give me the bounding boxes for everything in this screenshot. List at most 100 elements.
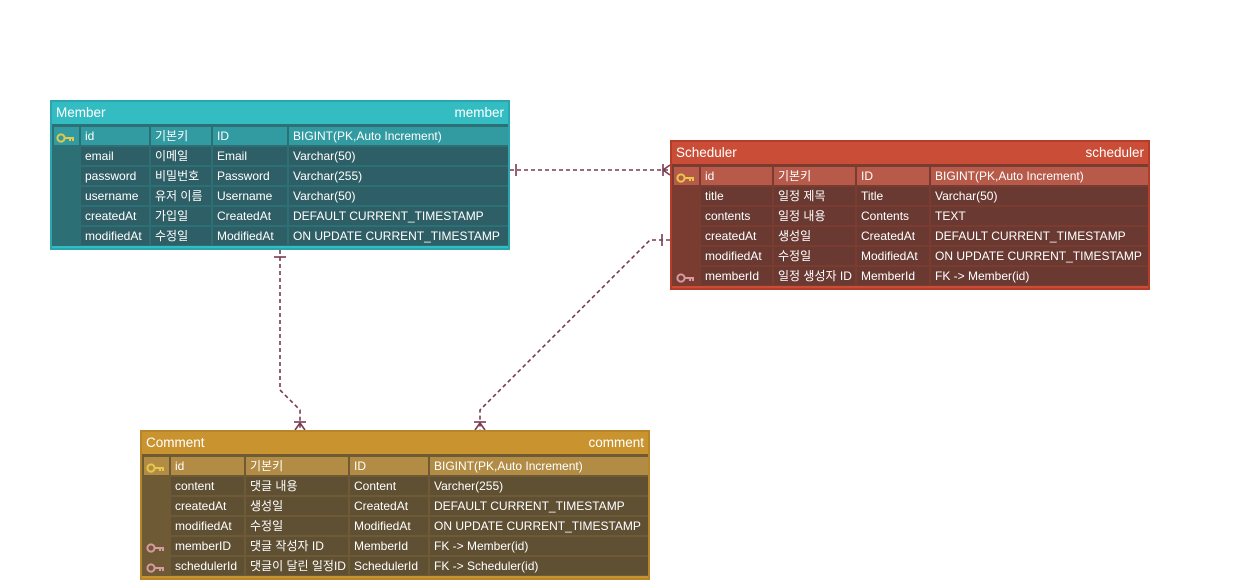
column-description: 기본키 (151, 127, 211, 145)
key-cell (674, 207, 699, 225)
member-table-header[interactable]: Member member (52, 102, 508, 124)
column-logical-name: Contents (857, 207, 929, 225)
column-logical-name: CreatedAt (350, 497, 428, 515)
column-description: 일정 내용 (774, 207, 855, 225)
column-description: 가입일 (151, 207, 211, 225)
scheduler-table-name: scheduler (1085, 145, 1144, 160)
column-type: Varchar(50) (289, 187, 508, 205)
comment-row-schedulerId[interactable]: schedulerId 댓글이 달린 일정ID SchedulerId FK -> S… (144, 556, 648, 576)
comment-row-id[interactable]: id 기본키 ID BIGINT(PK,Auto Increment) (144, 456, 648, 476)
column-logical-name: Title (857, 187, 929, 205)
column-description: 댓글 내용 (246, 477, 348, 495)
column-description: 비밀번호 (151, 167, 211, 185)
member-scheduler-relationship[interactable] (510, 164, 671, 176)
key-cell (674, 247, 699, 265)
key-cell (674, 227, 699, 245)
member-columns: id 기본키 ID BIGINT(PK,Auto Increment) email 이메일… (52, 124, 508, 246)
column-description: 수정일 (774, 247, 855, 265)
column-description: 일정 제목 (774, 187, 855, 205)
key-cell (674, 167, 699, 185)
column-type: BIGINT(PK,Auto Increment) (931, 167, 1148, 185)
column-description: 수정일 (151, 227, 211, 245)
key-cell (674, 267, 699, 285)
comment-row-modifiedAt[interactable]: modifiedAt 수정일 ModifiedAt ON UPDATE CURRENT… (144, 516, 648, 536)
column-type: DEFAULT CURRENT_TIMESTAMP (289, 207, 508, 225)
column-name: modifiedAt (81, 227, 149, 245)
column-name: username (81, 187, 149, 205)
column-type: DEFAULT CURRENT_TIMESTAMP (430, 497, 648, 515)
member-row-email[interactable]: email 이메일 Email Varchar(50) (54, 146, 508, 166)
column-type: Varcher(255) (430, 477, 648, 495)
column-logical-name: Username (213, 187, 287, 205)
column-name: title (701, 187, 772, 205)
member-table[interactable]: Member member id 기본키 ID BIGINT(PK,Auto Incr… (50, 100, 510, 250)
scheduler-comment-relationship[interactable] (474, 234, 670, 431)
comment-table-header[interactable]: Comment comment (142, 432, 648, 454)
column-logical-name: MemberId (350, 537, 428, 555)
scheduler-row-modifiedAt[interactable]: modifiedAt 수정일 ModifiedAt ON UPDATE CURRENT… (674, 246, 1148, 266)
member-row-modifiedAt[interactable]: modifiedAt 수정일 ModifiedAt ON UPDATE CURRENT… (54, 226, 508, 246)
comment-table-name: comment (588, 435, 644, 450)
column-description: 일정 생성자 ID (774, 267, 855, 285)
column-logical-name: Content (350, 477, 428, 495)
column-type: Varchar(50) (289, 147, 508, 165)
foreign-key-icon (146, 541, 166, 553)
key-cell (144, 497, 169, 515)
column-logical-name: MemberId (857, 267, 929, 285)
column-name: createdAt (701, 227, 772, 245)
column-name: modifiedAt (701, 247, 772, 265)
column-type: ON UPDATE CURRENT_TIMESTAMP (289, 227, 508, 245)
member-comment-relationship[interactable] (274, 250, 306, 431)
column-description: 댓글 작성자 ID (246, 537, 348, 555)
column-name: email (81, 147, 149, 165)
scheduler-row-createdAt[interactable]: createdAt 생성일 CreatedAt DEFAULT CURRENT_TIM… (674, 226, 1148, 246)
member-row-createdAt[interactable]: createdAt 가입일 CreatedAt DEFAULT CURRENT_TIM… (54, 206, 508, 226)
column-description: 기본키 (246, 457, 348, 475)
column-type: FK -> Member(id) (931, 267, 1148, 285)
column-name: createdAt (171, 497, 244, 515)
column-name: content (171, 477, 244, 495)
column-name: password (81, 167, 149, 185)
column-type: FK -> Member(id) (430, 537, 648, 555)
key-cell (54, 167, 79, 185)
comment-table-label: Comment (146, 435, 205, 450)
member-row-password[interactable]: password 비밀번호 Password Varchar(255) (54, 166, 508, 186)
key-cell (54, 147, 79, 165)
key-cell (54, 227, 79, 245)
column-logical-name: ID (350, 457, 428, 475)
primary-key-icon (146, 461, 166, 473)
scheduler-row-title[interactable]: title 일정 제목 Title Varchar(50) (674, 186, 1148, 206)
scheduler-row-memberId[interactable]: memberId 일정 생성자 ID MemberId FK -> Member(id… (674, 266, 1148, 286)
column-type: BIGINT(PK,Auto Increment) (289, 127, 508, 145)
comment-row-createdAt[interactable]: createdAt 생성일 CreatedAt DEFAULT CURRENT_TIM… (144, 496, 648, 516)
column-description: 생성일 (246, 497, 348, 515)
column-name: memberID (171, 537, 244, 555)
column-name: contents (701, 207, 772, 225)
key-cell (54, 207, 79, 225)
scheduler-row-contents[interactable]: contents 일정 내용 Contents TEXT (674, 206, 1148, 226)
key-cell (144, 457, 169, 475)
column-name: id (701, 167, 772, 185)
key-cell (144, 557, 169, 575)
key-cell (54, 187, 79, 205)
scheduler-table[interactable]: Scheduler scheduler id 기본키 ID BIGINT(PK,Aut… (670, 140, 1150, 290)
foreign-key-icon (676, 271, 696, 283)
scheduler-table-header[interactable]: Scheduler scheduler (672, 142, 1148, 164)
key-cell (144, 537, 169, 555)
member-row-id[interactable]: id 기본키 ID BIGINT(PK,Auto Increment) (54, 126, 508, 146)
column-name: schedulerId (171, 557, 244, 575)
scheduler-columns: id 기본키 ID BIGINT(PK,Auto Increment) title 일정 … (672, 164, 1148, 286)
comment-row-memberID[interactable]: memberID 댓글 작성자 ID MemberId FK -> Member(id… (144, 536, 648, 556)
column-description: 이메일 (151, 147, 211, 165)
comment-row-content[interactable]: content 댓글 내용 Content Varcher(255) (144, 476, 648, 496)
key-cell (144, 477, 169, 495)
member-row-username[interactable]: username 유저 이름 Username Varchar(50) (54, 186, 508, 206)
column-name: createdAt (81, 207, 149, 225)
column-type: ON UPDATE CURRENT_TIMESTAMP (931, 247, 1148, 265)
key-cell (144, 517, 169, 535)
scheduler-row-id[interactable]: id 기본키 ID BIGINT(PK,Auto Increment) (674, 166, 1148, 186)
column-name: modifiedAt (171, 517, 244, 535)
primary-key-icon (56, 131, 76, 143)
column-description: 생성일 (774, 227, 855, 245)
comment-table[interactable]: Comment comment id 기본키 ID BIGINT(PK,Auto In… (140, 430, 650, 580)
